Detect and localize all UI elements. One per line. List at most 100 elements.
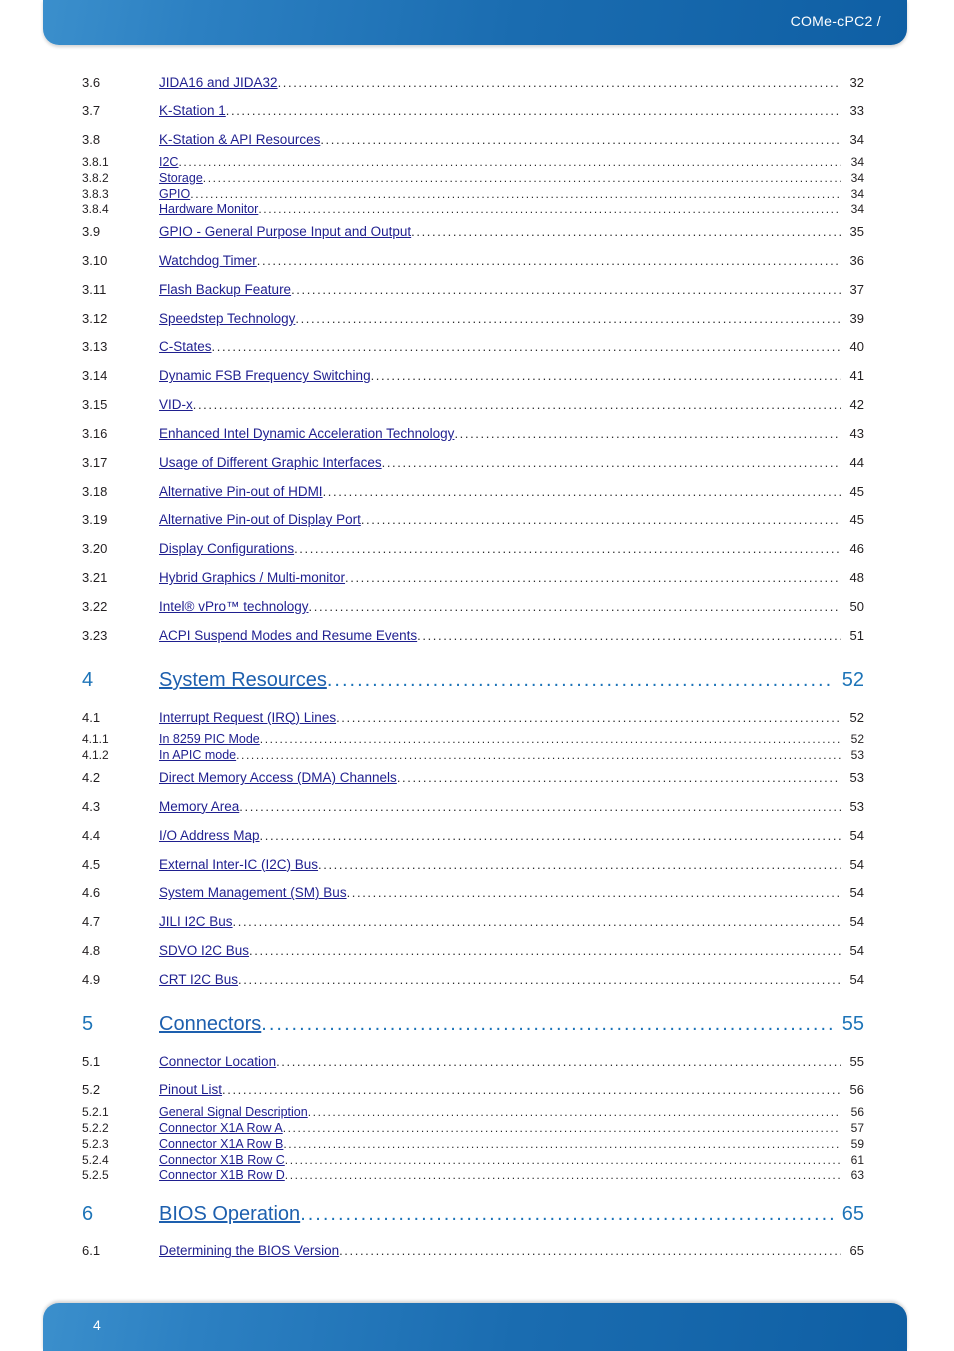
toc-entry-link[interactable]: K-Station 1 xyxy=(159,103,226,119)
toc-entry[interactable]: 3.20 Display Configurations..............… xyxy=(82,535,864,564)
toc-entry[interactable]: 5 Connectors.............................… xyxy=(82,994,864,1047)
toc-entry-number: 5.1 xyxy=(82,1053,101,1069)
toc-entry[interactable]: 4.1.1 In 8259 PIC Mode...................… xyxy=(82,732,864,748)
toc-entry[interactable]: 5.2.3 Connector X1A Row B................… xyxy=(82,1136,864,1152)
toc-entry[interactable]: 3.18 Alternative Pin-out of HDMI.........… xyxy=(82,477,864,506)
toc-entry-number: 4.3 xyxy=(82,798,101,814)
toc-entry-page: 54 xyxy=(849,885,864,901)
toc-entry[interactable]: 3.6 JIDA16 and JIDA32....................… xyxy=(82,68,864,97)
toc-entry[interactable]: 3.8.3 GPIO...............................… xyxy=(82,186,864,202)
toc-entry[interactable]: 3.8.4 Hardware Monitor...................… xyxy=(82,202,864,218)
toc-entry-number: 3.7 xyxy=(82,103,101,119)
toc-entry-link[interactable]: Intel® vPro™ technology xyxy=(159,599,309,615)
toc-entry[interactable]: 3.11 Flash Backup Feature................… xyxy=(82,275,864,304)
toc-entry[interactable]: 6 BIOS Operation.........................… xyxy=(82,1184,864,1237)
toc-entry[interactable]: 3.19 Alternative Pin-out of Display Port.… xyxy=(82,506,864,535)
toc-entry-link[interactable]: Flash Backup Feature xyxy=(159,282,291,298)
toc-entry-link[interactable]: BIOS Operation xyxy=(159,1203,300,1226)
toc-entry-link[interactable]: Connector X1A Row A xyxy=(159,1121,283,1135)
toc-entry[interactable]: 5.2.1 General Signal Description.........… xyxy=(82,1105,864,1121)
toc-entry-number: 3.18 xyxy=(82,483,108,499)
toc-entry[interactable]: 4.3 Memory Area..........................… xyxy=(82,792,864,821)
toc-entry[interactable]: 5.2.5 Connector X1B Row D................… xyxy=(82,1168,864,1184)
toc-entry[interactable]: 3.15 VID-x...............................… xyxy=(82,391,864,420)
toc-entry-link[interactable]: External Inter-IC (I2C) Bus xyxy=(159,857,318,873)
toc-entry-link[interactable]: JILI I2C Bus xyxy=(159,914,233,930)
toc-entry[interactable]: 4.1 Interrupt Request (IRQ) Lines........… xyxy=(82,703,864,732)
toc-entry-link[interactable]: Determining the BIOS Version xyxy=(159,1243,339,1259)
toc-entry[interactable]: 5.2 Pinout List..........................… xyxy=(82,1076,864,1105)
toc-entry-link[interactable]: In 8259 PIC Mode xyxy=(159,732,260,746)
toc-entry[interactable]: 3.14 Dynamic FSB Frequency Switching.....… xyxy=(82,362,864,391)
toc-entry-link[interactable]: Connector X1B Row D xyxy=(159,1168,285,1182)
toc-entry-number: 4.7 xyxy=(82,914,101,930)
toc-entry[interactable]: 3.7 K-Station 1..........................… xyxy=(82,97,864,126)
toc-entry-link[interactable]: Hybrid Graphics / Multi-monitor xyxy=(159,570,345,586)
toc-entry-page: 32 xyxy=(849,74,864,90)
toc-entry[interactable]: 3.12 Speedstep Technology................… xyxy=(82,304,864,333)
toc-entry-page: 63 xyxy=(850,1168,864,1183)
toc-entry[interactable]: 3.22 Intel® vPro™ technology.............… xyxy=(82,592,864,621)
toc-entry-link[interactable]: SDVO I2C Bus xyxy=(159,943,249,959)
toc-entry-page: 56 xyxy=(849,1082,864,1098)
toc-entry[interactable]: 3.21 Hybrid Graphics / Multi-monitor.....… xyxy=(82,564,864,593)
toc-entry[interactable]: 4.1.2 In APIC mode.......................… xyxy=(82,748,864,764)
toc-entry-link[interactable]: C-States xyxy=(159,339,212,355)
toc-entry[interactable]: 3.8.1 I2C................................… xyxy=(82,154,864,170)
toc-entry-link[interactable]: I2C xyxy=(159,155,178,169)
toc-entry-link[interactable]: Direct Memory Access (DMA) Channels xyxy=(159,770,397,786)
toc-entry-link[interactable]: System Resources xyxy=(159,669,327,692)
toc-entry-link[interactable]: K-Station & API Resources xyxy=(159,132,320,148)
toc-entry-link[interactable]: Pinout List xyxy=(159,1082,222,1098)
toc-entry[interactable]: 4.7 JILI I2C Bus.........................… xyxy=(82,908,864,937)
toc-entry[interactable]: 4.8 SDVO I2C Bus.........................… xyxy=(82,936,864,965)
toc-entry-link[interactable]: ACPI Suspend Modes and Resume Events xyxy=(159,628,417,644)
toc-entry[interactable]: 4 System Resources.......................… xyxy=(82,650,864,703)
toc-entry[interactable]: 5.1 Connector Location...................… xyxy=(82,1047,864,1076)
toc-entry-link[interactable]: Connectors xyxy=(159,1013,261,1036)
toc-entry-link[interactable]: Watchdog Timer xyxy=(159,253,257,269)
toc-entry[interactable]: 3.17 Usage of Different Graphic Interface… xyxy=(82,448,864,477)
toc-entry-link[interactable]: GPIO xyxy=(159,187,190,201)
toc-entry[interactable]: 3.8.2 Storage............................… xyxy=(82,170,864,186)
toc-entry-link[interactable]: General Signal Description xyxy=(159,1105,308,1119)
toc-entry[interactable]: 4.5 External Inter-IC (I2C) Bus..........… xyxy=(82,850,864,879)
toc-entry[interactable]: 5.2.4 Connector X1B Row C................… xyxy=(82,1152,864,1168)
toc-leader-dots: ........................................… xyxy=(307,1105,841,1120)
toc-entry-link[interactable]: Connector X1B Row C xyxy=(159,1153,285,1167)
toc-entry-link[interactable]: GPIO - General Purpose Input and Output xyxy=(159,224,411,240)
toc-entry[interactable]: 4.2 Direct Memory Access (DMA) Channels..… xyxy=(82,764,864,793)
toc-entry-link[interactable]: Connector Location xyxy=(159,1054,276,1070)
toc-entry[interactable]: 3.8 K-Station & API Resources............… xyxy=(82,126,864,155)
toc-entry[interactable]: 3.23 ACPI Suspend Modes and Resume Events… xyxy=(82,621,864,650)
toc-entry-link[interactable]: Storage xyxy=(159,171,203,185)
toc-entry-link[interactable]: Enhanced Intel Dynamic Acceleration Tech… xyxy=(159,426,454,442)
toc-entry-link[interactable]: Alternative Pin-out of HDMI xyxy=(159,484,323,500)
toc-entry[interactable]: 5.2.2 Connector X1A Row A................… xyxy=(82,1121,864,1137)
toc-entry-link[interactable]: System Management (SM) Bus xyxy=(159,885,347,901)
toc-entry[interactable]: 3.10 Watchdog Timer......................… xyxy=(82,247,864,276)
toc-entry[interactable]: 3.9 GPIO - General Purpose Input and Outp… xyxy=(82,218,864,247)
toc-entry-link[interactable]: In APIC mode xyxy=(159,748,236,762)
toc-entry-page: 42 xyxy=(849,397,864,413)
toc-entry-link[interactable]: Speedstep Technology xyxy=(159,311,295,327)
toc-entry[interactable]: 6.1 Determining the BIOS Version.........… xyxy=(82,1237,864,1266)
toc-entry-link[interactable]: Alternative Pin-out of Display Port xyxy=(159,512,361,528)
toc-entry-link[interactable]: Interrupt Request (IRQ) Lines xyxy=(159,710,336,726)
toc-entry-link[interactable]: Dynamic FSB Frequency Switching xyxy=(159,368,371,384)
toc-entry-link[interactable]: VID-x xyxy=(159,397,193,413)
toc-entry-link[interactable]: Memory Area xyxy=(159,799,239,815)
toc-entry-link[interactable]: Display Configurations xyxy=(159,541,294,557)
toc-entry-link[interactable]: Usage of Different Graphic Interfaces xyxy=(159,455,382,471)
toc-entry[interactable]: 4.4 I/O Address Map......................… xyxy=(82,821,864,850)
toc-entry[interactable]: 4.9 CRT I2C Bus..........................… xyxy=(82,965,864,994)
toc-entry-link[interactable]: JIDA16 and JIDA32 xyxy=(159,75,278,91)
toc-entry-link[interactable]: CRT I2C Bus xyxy=(159,972,238,988)
toc-entry[interactable]: 3.16 Enhanced Intel Dynamic Acceleration … xyxy=(82,419,864,448)
toc-entry-link[interactable]: Hardware Monitor xyxy=(159,202,258,216)
toc-entry-link[interactable]: Connector X1A Row B xyxy=(159,1137,283,1151)
toc-entry[interactable]: 4.6 System Management (SM) Bus...........… xyxy=(82,879,864,908)
toc-entry-link[interactable]: I/O Address Map xyxy=(159,828,260,844)
toc-leader-dots: ........................................… xyxy=(294,541,841,557)
toc-entry[interactable]: 3.13 C-States............................… xyxy=(82,333,864,362)
